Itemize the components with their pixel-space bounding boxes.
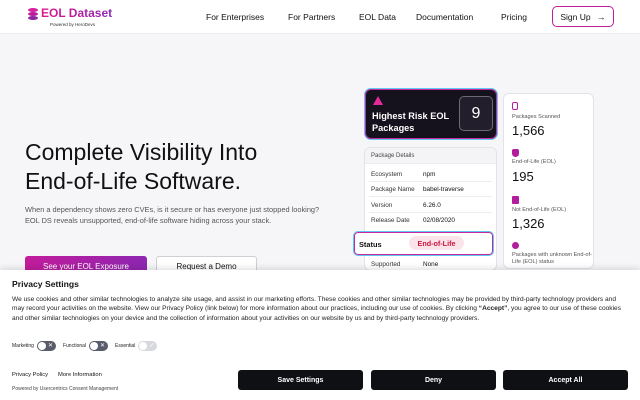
more-information-link[interactable]: More Information [58, 372, 102, 378]
hero-title-line2: End-of-Life Software. [25, 168, 242, 194]
check-icon: ✓ [149, 343, 155, 349]
database-icon [28, 8, 38, 20]
signup-button[interactable]: Sign Up → [552, 6, 614, 27]
warning-icon [373, 96, 383, 105]
deny-button[interactable]: Deny [371, 370, 496, 390]
privacy-title: Privacy Settings [12, 279, 79, 289]
functional-toggle[interactable]: ✕ [89, 341, 109, 351]
privacy-policy-link[interactable]: Privacy Policy [12, 372, 48, 378]
brand-name: EOL Dataset [41, 6, 113, 20]
question-icon [512, 242, 519, 249]
toggle-label: Essential [115, 343, 136, 349]
nav-eol-data[interactable]: EOL Data [359, 12, 396, 22]
nav-for-enterprises[interactable]: For Enterprises [206, 12, 264, 22]
privacy-body: We use cookies and other similar technol… [12, 295, 628, 323]
toggle-marketing: Marketing ✕ [12, 341, 56, 351]
close-icon: ✕ [100, 343, 106, 349]
detail-value: babel-traverse [423, 186, 464, 193]
highest-risk-card: Highest Risk EOL Packages 9 [364, 88, 498, 140]
privacy-banner: Privacy Settings We use cookies and othe… [0, 270, 640, 400]
toggle-functional: Functional ✕ [62, 341, 109, 351]
nav-pricing[interactable]: Pricing [501, 12, 527, 22]
toggle-label: Functional [62, 343, 87, 349]
divider [369, 212, 492, 213]
consent-toggles: Marketing ✕ Functional ✕ Essential ✓ [12, 341, 164, 351]
usercentrics-powered-by: Powered by Usercentrics Consent Manageme… [12, 386, 119, 392]
hero-title-line1: Complete Visibility Into [25, 139, 258, 165]
accept-all-button[interactable]: Accept All [503, 370, 628, 390]
toggle-essential: Essential ✓ [115, 341, 158, 351]
check-icon [512, 196, 519, 204]
site-header: EOL Dataset Powered by HeroDevs For Ente… [0, 0, 640, 34]
divider [369, 181, 492, 182]
stat-label: Not End-of-Life (EOL) [512, 207, 567, 213]
detail-label: Version [371, 202, 393, 209]
hero-description: When a dependency shows zero CVEs, is it… [25, 205, 320, 225]
detail-value: None [423, 261, 439, 268]
brand-logo[interactable]: EOL Dataset Powered by HeroDevs [28, 6, 118, 29]
status-row: Status End-of-Life [353, 231, 494, 256]
risk-count: 9 [459, 96, 493, 131]
stats-card: Packages Scanned 1,566 End-of-Life (EOL)… [503, 93, 594, 269]
toggle-label: Marketing [12, 343, 34, 349]
status-label: Status [359, 240, 382, 249]
detail-value: 02/08/2020 [423, 217, 455, 224]
save-settings-button[interactable]: Save Settings [238, 370, 363, 390]
close-icon: ✕ [47, 343, 53, 349]
detail-label: Release Date [371, 217, 410, 224]
divider [369, 196, 492, 197]
nav-documentation[interactable]: Documentation [416, 12, 473, 22]
stat-label: Packages with unknown End-of-Life (EOL) … [512, 252, 592, 265]
signup-label: Sign Up [560, 11, 591, 22]
detail-value: 6.26.0 [423, 202, 441, 209]
marketing-toggle[interactable]: ✕ [36, 341, 56, 351]
risk-title: Highest Risk EOL Packages [372, 111, 449, 133]
stat-label: Packages Scanned [512, 114, 561, 120]
detail-label: Ecosystem [371, 171, 403, 178]
stat-value: 1,566 [512, 123, 545, 138]
package-details-header: Package Details [365, 148, 496, 164]
stat-value: 195 [512, 169, 534, 184]
brackets-icon [512, 102, 518, 110]
stat-label: End-of-Life (EOL) [512, 159, 556, 165]
hero-title: Complete Visibility Into End-of-Life Sof… [25, 138, 325, 196]
detail-label: Package Name [371, 186, 415, 193]
nav-for-partners[interactable]: For Partners [288, 12, 335, 22]
stat-value: 1,326 [512, 216, 545, 231]
shield-icon [512, 149, 519, 157]
arrow-right-icon: → [596, 11, 606, 22]
privacy-body-accept: “Accept” [478, 305, 508, 313]
essential-toggle: ✓ [138, 341, 158, 351]
detail-value: npm [423, 171, 436, 178]
brand-powered-by: Powered by HeroDevs [50, 22, 96, 27]
detail-label: Supported [371, 261, 401, 268]
status-badge: End-of-Life [409, 236, 464, 250]
